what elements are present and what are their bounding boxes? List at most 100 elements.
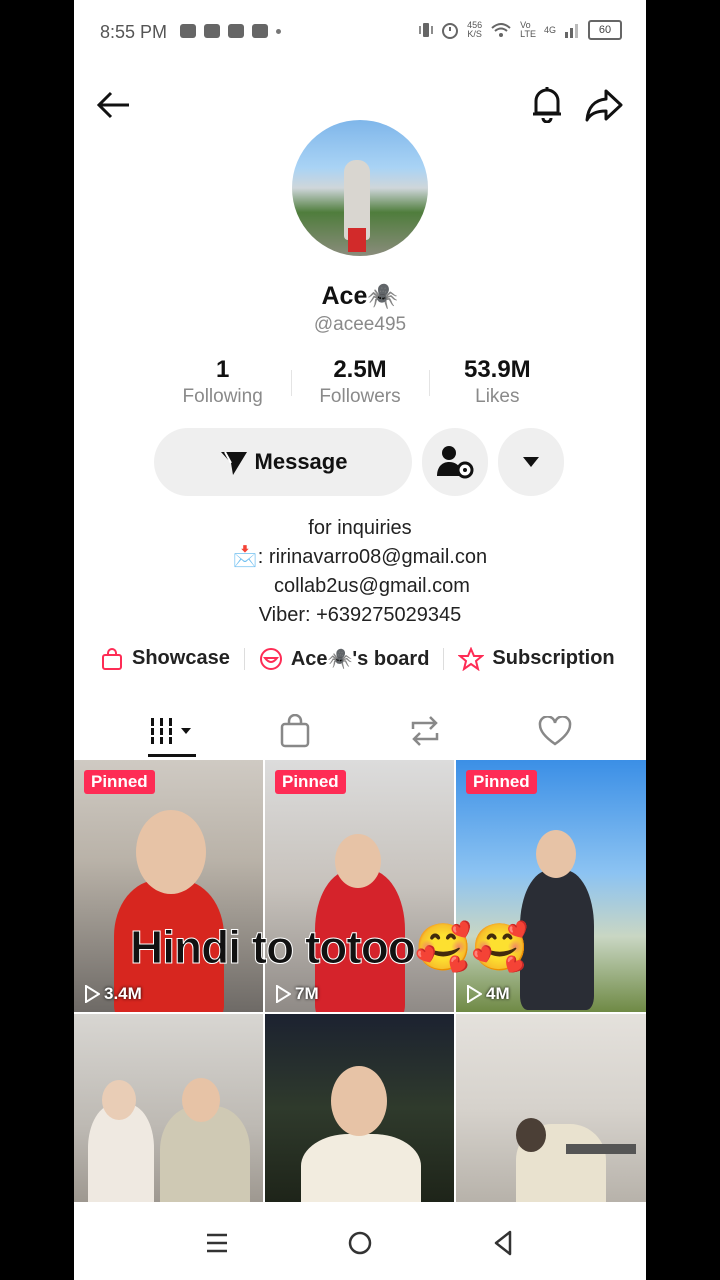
pinned-badge: Pinned [466, 770, 537, 794]
vibrate-icon [419, 23, 433, 37]
board-icon [259, 647, 282, 670]
stat-following[interactable]: 1 Following [154, 356, 291, 408]
back-nav-button[interactable] [488, 1228, 518, 1258]
stat-label: Following [182, 386, 263, 407]
video-caption-overlay: Hindi to totoo🥰🥰 [130, 921, 529, 974]
stat-label: Likes [475, 386, 520, 407]
chevron-down-icon [523, 457, 539, 467]
status-time: 8:55 PM [100, 22, 168, 42]
thumbnail-head [182, 1078, 220, 1122]
link-divider [243, 647, 245, 670]
status-right: 456 K/S Vo LTE 4G 60 [419, 20, 622, 40]
net-speed: 456 K/S [467, 20, 483, 39]
stat-value: 53.9M [463, 356, 531, 383]
message-label: Message [254, 449, 348, 474]
back-triangle-icon [494, 1230, 512, 1256]
stat-value: 2.5M [333, 356, 387, 383]
board-link[interactable]: Ace🕷️'s board [259, 646, 430, 671]
video-grid: Pinned 3.4M Pinned 7M Pinned 4M [74, 760, 646, 1202]
play-icon [85, 985, 100, 1003]
thumbnail-head [335, 834, 381, 888]
thumbnail-figure [301, 1134, 421, 1202]
view-count: 3.4M [84, 984, 142, 1004]
thumbnail-head [516, 1118, 546, 1152]
stat-value: 1 [215, 356, 230, 383]
stat-label: Followers [319, 386, 401, 407]
back-arrow-icon [96, 91, 129, 119]
pinned-badge: Pinned [84, 770, 155, 794]
network-type: 4G [543, 25, 556, 35]
alarm-icon [442, 23, 459, 39]
tab-shop[interactable] [272, 706, 318, 756]
more-dropdown-button[interactable] [498, 428, 564, 496]
bio-line: Viber: +639275029345 [258, 604, 462, 626]
pinned-badge: Pinned [275, 770, 346, 794]
notification-icons [180, 24, 281, 38]
volte: Vo LTE [520, 20, 536, 39]
tab-reposts[interactable] [402, 706, 448, 756]
subscription-link[interactable]: Subscription [458, 646, 615, 671]
share-icon [585, 89, 623, 122]
video-thumbnail[interactable] [265, 1014, 454, 1202]
home-nav-button[interactable] [345, 1228, 375, 1258]
video-thumbnail[interactable] [456, 1014, 646, 1202]
bio-line: for inquiries [308, 517, 412, 539]
grid-videos-icon [149, 718, 191, 744]
shopping-bag-icon [102, 647, 122, 670]
user-settings-icon [437, 446, 474, 479]
profile-links: Showcase Ace🕷️'s board Subscription [100, 646, 615, 671]
home-circle-icon [348, 1231, 372, 1255]
profile-stats: 1 Following 2.5M Followers 53.9M Likes [154, 356, 566, 408]
back-button[interactable] [92, 84, 134, 126]
system-nav-bar [74, 1204, 646, 1280]
play-icon [276, 985, 291, 1003]
menu-nav-button[interactable] [202, 1228, 232, 1258]
share-button[interactable] [582, 84, 626, 126]
bell-icon [533, 87, 561, 123]
stat-likes[interactable]: 53.9M Likes [428, 356, 566, 408]
bag-icon [252, 24, 268, 38]
thumbnail-head [536, 830, 576, 878]
star-icon [458, 646, 485, 671]
thumbnail-head [331, 1066, 387, 1136]
status-bar: 8:55 PM 456 K/S Vo LTE 4G 60 [74, 0, 646, 64]
link-divider [443, 647, 445, 670]
stat-followers[interactable]: 2.5M Followers [291, 356, 428, 408]
view-count-value: 7M [295, 984, 319, 1003]
menu-icon [207, 1233, 227, 1253]
view-count: 4M [466, 984, 510, 1004]
view-count-value: 3.4M [104, 984, 142, 1003]
link-label: Ace🕷️'s board [290, 648, 430, 670]
calendar-icon [180, 24, 196, 38]
avatar-pants [348, 228, 366, 252]
app-icon [228, 24, 244, 38]
tab-videos[interactable] [144, 706, 200, 756]
link-label: Showcase [132, 647, 230, 669]
repost-icon [411, 716, 439, 746]
profile-actions: Message [154, 428, 564, 496]
thumbnail-shelf [566, 1144, 636, 1154]
bio-line: collab2us@gmail.com [274, 575, 470, 597]
showcase-link[interactable]: Showcase [100, 647, 230, 671]
bio-line: 📩: ririnavarro08@gmail.con [232, 546, 488, 568]
thumbnail-head [136, 810, 206, 894]
notification-bell-button[interactable] [526, 82, 568, 126]
view-count: 7M [275, 984, 319, 1004]
battery-indicator: 60 [588, 20, 622, 40]
thumbnail-head [102, 1080, 136, 1120]
video-thumbnail[interactable] [74, 1014, 263, 1202]
content-tabs [74, 706, 646, 760]
heart-icon [538, 716, 572, 746]
send-icon [220, 451, 247, 475]
active-tab-indicator [148, 754, 196, 757]
signal-icon [565, 24, 578, 38]
profile-bio: for inquiries 📩: ririnavarro08@gmail.con… [74, 514, 646, 630]
tab-liked[interactable] [532, 706, 578, 756]
wifi-icon [491, 23, 511, 37]
avatar[interactable] [292, 120, 428, 256]
message-button[interactable]: Message [154, 428, 412, 496]
profile-handle: @acee495 [313, 314, 407, 335]
profile-screen: 8:55 PM 456 K/S Vo LTE 4G 60 Ace🕷️ @acee… [74, 0, 646, 1280]
more-dot-icon [276, 29, 281, 34]
friend-settings-button[interactable] [422, 428, 488, 496]
